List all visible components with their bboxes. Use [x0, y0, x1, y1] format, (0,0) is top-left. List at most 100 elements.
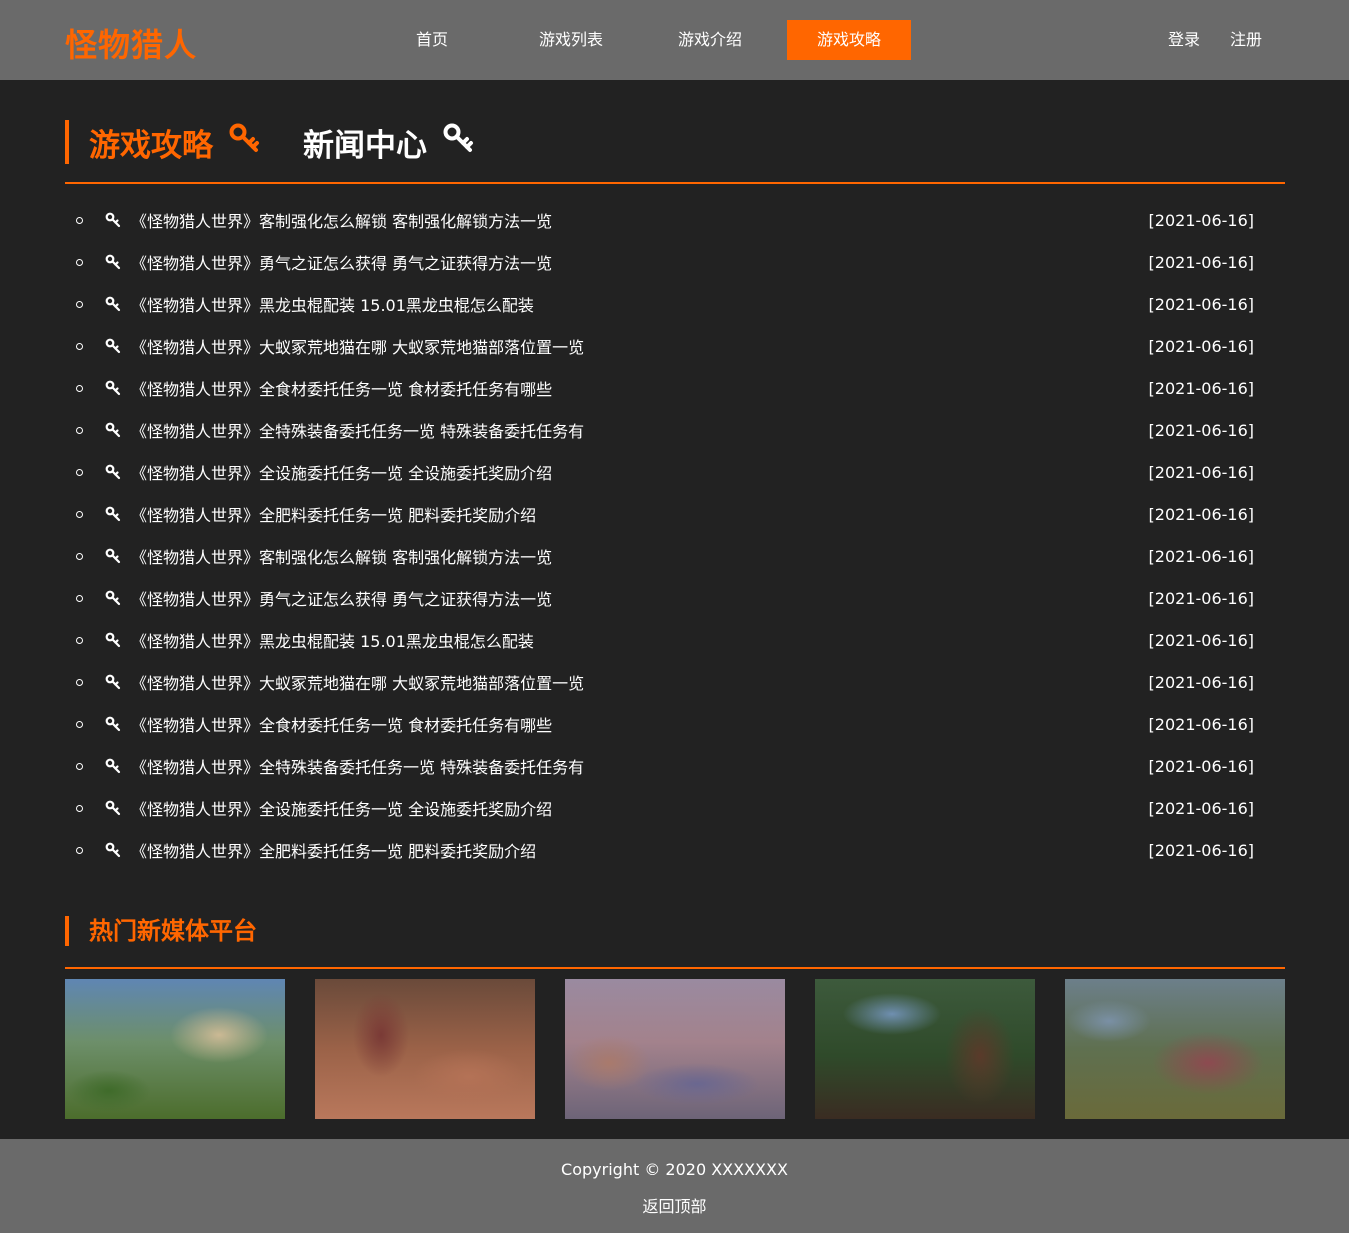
bullet-icon [76, 426, 83, 434]
list-item: 《怪物猎人世界》勇气之证怎么获得 勇气之证获得方法一览 [2021-06-16] [65, 577, 1285, 619]
key-icon [105, 842, 121, 862]
article-date: [2021-06-16] [1148, 588, 1254, 608]
key-icon [229, 123, 261, 161]
bullet-icon [76, 510, 83, 518]
bullet-icon [76, 216, 83, 224]
guide-news-header: 游戏攻略 新闻中心 [65, 118, 1285, 184]
article-date: [2021-06-16] [1148, 672, 1254, 692]
list-item: 《怪物猎人世界》大蚁冢荒地猫在哪 大蚁冢荒地猫部落位置一览 [2021-06-16… [65, 325, 1285, 367]
article-date: [2021-06-16] [1148, 504, 1254, 524]
article-link[interactable]: 《怪物猎人世界》全特殊装备委托任务一览 特殊装备委托任务有 [131, 754, 584, 778]
article-link[interactable]: 《怪物猎人世界》全肥料委托任务一览 肥料委托奖励介绍 [131, 502, 536, 526]
key-icon [105, 800, 121, 820]
bullet-icon [76, 846, 83, 854]
article-list: 《怪物猎人世界》客制强化怎么解锁 客制强化解锁方法一览 [2021-06-16] 《… [65, 199, 1285, 871]
list-item: 《怪物猎人世界》勇气之证怎么获得 勇气之证获得方法一览 [2021-06-16] [65, 241, 1285, 283]
article-link[interactable]: 《怪物猎人世界》全设施委托任务一览 全设施委托奖励介绍 [131, 796, 552, 820]
key-icon [105, 422, 121, 442]
bullet-icon [76, 468, 83, 476]
article-date: [2021-06-16] [1148, 798, 1254, 818]
site-logo[interactable]: 怪物猎人 [65, 20, 197, 66]
bullet-icon [76, 258, 83, 266]
tab-game-guide-label: 游戏攻略 [89, 127, 213, 164]
article-link[interactable]: 《怪物猎人世界》黑龙虫棍配装 15.01黑龙虫棍怎么配装 [131, 292, 534, 316]
list-item: 《怪物猎人世界》全设施委托任务一览 全设施委托奖励介绍 [2021-06-16] [65, 787, 1285, 829]
article-date: [2021-06-16] [1148, 462, 1254, 482]
key-icon [105, 674, 121, 694]
article-link[interactable]: 《怪物猎人世界》大蚁冢荒地猫在哪 大蚁冢荒地猫部落位置一览 [131, 334, 584, 358]
media-thumbnail[interactable] [565, 979, 785, 1119]
key-icon [443, 123, 475, 161]
media-heading: 热门新媒体平台 [65, 916, 257, 946]
article-date: [2021-06-16] [1148, 714, 1254, 734]
bullet-icon [76, 678, 83, 686]
tab-news-center[interactable]: 新闻中心 [303, 120, 475, 164]
copyright-text: Copyright © 2020 XXXXXXX [561, 1160, 788, 1179]
media-thumbnail[interactable] [315, 979, 535, 1119]
bullet-icon [76, 804, 83, 812]
article-date: [2021-06-16] [1148, 756, 1254, 776]
nav-game-intro[interactable]: 游戏介绍 [648, 20, 772, 60]
article-link[interactable]: 《怪物猎人世界》客制强化怎么解锁 客制强化解锁方法一览 [131, 208, 552, 232]
key-icon [105, 506, 121, 526]
article-link[interactable]: 《怪物猎人世界》全肥料委托任务一览 肥料委托奖励介绍 [131, 838, 536, 862]
bullet-icon [76, 552, 83, 560]
article-link[interactable]: 《怪物猎人世界》大蚁冢荒地猫在哪 大蚁冢荒地猫部落位置一览 [131, 670, 584, 694]
article-date: [2021-06-16] [1148, 252, 1254, 272]
media-gallery [65, 979, 1285, 1119]
article-link[interactable]: 《怪物猎人世界》勇气之证怎么获得 勇气之证获得方法一览 [131, 586, 552, 610]
key-icon [105, 632, 121, 652]
bullet-icon [76, 342, 83, 350]
article-link[interactable]: 《怪物猎人世界》客制强化怎么解锁 客制强化解锁方法一览 [131, 544, 552, 568]
article-link[interactable]: 《怪物猎人世界》勇气之证怎么获得 勇气之证获得方法一览 [131, 250, 552, 274]
article-link[interactable]: 《怪物猎人世界》黑龙虫棍配装 15.01黑龙虫棍怎么配装 [131, 628, 534, 652]
main-nav: 首页 游戏列表 游戏介绍 游戏攻略 [370, 20, 926, 60]
article-link[interactable]: 《怪物猎人世界》全特殊装备委托任务一览 特殊装备委托任务有 [131, 418, 584, 442]
article-date: [2021-06-16] [1148, 630, 1254, 650]
footer: Copyright © 2020 XXXXXXX 返回顶部 [0, 1139, 1349, 1233]
list-item: 《怪物猎人世界》全肥料委托任务一览 肥料委托奖励介绍 [2021-06-16] [65, 493, 1285, 535]
key-icon [105, 464, 121, 484]
list-item: 《怪物猎人世界》全特殊装备委托任务一览 特殊装备委托任务有 [2021-06-16… [65, 409, 1285, 451]
nav-game-guide[interactable]: 游戏攻略 [787, 20, 911, 60]
tab-game-guide[interactable]: 游戏攻略 [65, 120, 261, 164]
nav-home[interactable]: 首页 [370, 20, 494, 60]
key-icon [105, 296, 121, 316]
article-link[interactable]: 《怪物猎人世界》全食材委托任务一览 食材委托任务有哪些 [131, 376, 552, 400]
auth-links: 登录 注册 [1168, 20, 1262, 60]
key-icon [105, 212, 121, 232]
media-header: 热门新媒体平台 [65, 914, 1285, 969]
media-thumbnail[interactable] [815, 979, 1035, 1119]
key-icon [105, 590, 121, 610]
key-icon [105, 758, 121, 778]
list-item: 《怪物猎人世界》大蚁冢荒地猫在哪 大蚁冢荒地猫部落位置一览 [2021-06-16… [65, 661, 1285, 703]
list-item: 《怪物猎人世界》客制强化怎么解锁 客制强化解锁方法一览 [2021-06-16] [65, 535, 1285, 577]
key-icon [105, 380, 121, 400]
article-date: [2021-06-16] [1148, 378, 1254, 398]
media-thumbnail[interactable] [65, 979, 285, 1119]
list-item: 《怪物猎人世界》全肥料委托任务一览 肥料委托奖励介绍 [2021-06-16] [65, 829, 1285, 871]
article-date: [2021-06-16] [1148, 294, 1254, 314]
key-icon [105, 548, 121, 568]
article-date: [2021-06-16] [1148, 840, 1254, 860]
article-link[interactable]: 《怪物猎人世界》全食材委托任务一览 食材委托任务有哪些 [131, 712, 552, 736]
article-date: [2021-06-16] [1148, 210, 1254, 230]
tab-news-center-label: 新闻中心 [303, 127, 427, 164]
media-thumbnail[interactable] [1065, 979, 1285, 1119]
list-item: 《怪物猎人世界》全设施委托任务一览 全设施委托奖励介绍 [2021-06-16] [65, 451, 1285, 493]
nav-game-list[interactable]: 游戏列表 [509, 20, 633, 60]
register-link[interactable]: 注册 [1230, 20, 1262, 60]
top-navbar: 怪物猎人 首页 游戏列表 游戏介绍 游戏攻略 登录 注册 [0, 0, 1349, 80]
article-date: [2021-06-16] [1148, 336, 1254, 356]
back-to-top-link[interactable]: 返回顶部 [0, 1193, 1349, 1217]
bullet-icon [76, 384, 83, 392]
list-item: 《怪物猎人世界》全食材委托任务一览 食材委托任务有哪些 [2021-06-16] [65, 703, 1285, 745]
list-item: 《怪物猎人世界》全特殊装备委托任务一览 特殊装备委托任务有 [2021-06-16… [65, 745, 1285, 787]
article-link[interactable]: 《怪物猎人世界》全设施委托任务一览 全设施委托奖励介绍 [131, 460, 552, 484]
list-item: 《怪物猎人世界》黑龙虫棍配装 15.01黑龙虫棍怎么配装 [2021-06-16] [65, 619, 1285, 661]
article-date: [2021-06-16] [1148, 420, 1254, 440]
bullet-icon [76, 762, 83, 770]
key-icon [105, 338, 121, 358]
key-icon [105, 716, 121, 736]
login-link[interactable]: 登录 [1168, 20, 1200, 60]
